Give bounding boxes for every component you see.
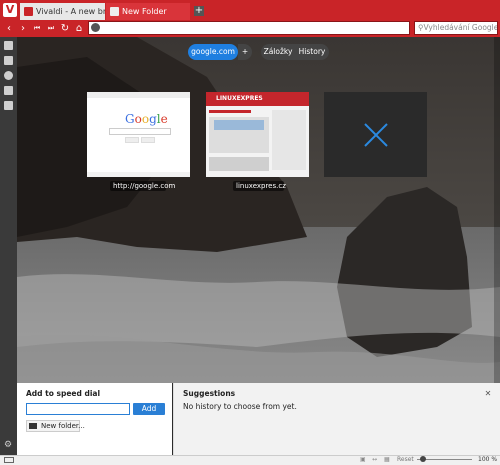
folder-icon xyxy=(29,423,37,429)
tiling-icon[interactable]: ▦ xyxy=(384,456,391,463)
search-placeholder: Vyhledávání Google xyxy=(423,23,498,32)
speed-dial-folder-button[interactable]: google.com xyxy=(188,44,238,60)
tab-vivaldi[interactable]: Vivaldi - A new browser fo xyxy=(20,3,105,20)
suggestions-title: Suggestions xyxy=(183,389,236,398)
forward-button[interactable]: › xyxy=(17,22,29,35)
speed-dial-linuxexpres[interactable]: LINUXEXPRES xyxy=(206,92,309,177)
speed-dial-label: http://google.com xyxy=(110,181,175,191)
reload-button[interactable]: ↻ xyxy=(59,22,71,35)
speed-dial-google[interactable]: Google xyxy=(87,92,190,177)
bookmarks-button[interactable]: Záložky xyxy=(261,44,295,60)
home-button[interactable]: ⌂ xyxy=(73,22,85,35)
speed-dial-empty[interactable] xyxy=(324,92,427,177)
thumbnail-topbar xyxy=(87,92,190,98)
delete-x-icon[interactable] xyxy=(363,122,389,148)
thumbnail-button xyxy=(141,137,155,143)
search-input[interactable]: ⚲Vyhledávání Google xyxy=(414,21,498,35)
vivaldi-favicon-icon xyxy=(24,7,33,16)
thumbnail-searchbox xyxy=(109,128,171,135)
url-input[interactable] xyxy=(88,21,410,35)
contacts-panel-icon[interactable] xyxy=(4,71,13,80)
back-button[interactable]: ‹ xyxy=(3,22,15,35)
zoom-level-label: 100 % xyxy=(478,456,498,463)
notes-panel-icon[interactable] xyxy=(4,101,13,110)
tab-label: New Folder xyxy=(122,7,167,16)
speed-dial-label: linuxexpres.cz xyxy=(233,181,286,191)
images-toggle-icon[interactable]: ▣ xyxy=(360,456,367,463)
scrollbar[interactable] xyxy=(494,37,500,383)
speed-dial-background xyxy=(17,37,500,383)
tab-label: Vivaldi - A new browser fo xyxy=(36,7,105,16)
thumbnail-bar xyxy=(209,110,251,113)
downloads-panel-icon[interactable] xyxy=(4,86,13,95)
settings-gear-icon[interactable]: ⚙ xyxy=(4,441,13,450)
new-tab-button[interactable]: + xyxy=(194,6,204,16)
suggestions-empty-text: No history to choose from yet. xyxy=(183,402,297,411)
thumbnail-image xyxy=(214,120,264,130)
vivaldi-logo-icon[interactable]: V xyxy=(3,3,17,17)
panel-toggle-icon[interactable] xyxy=(4,457,14,463)
google-logo-thumbnail: Google xyxy=(125,112,168,126)
linuxexpres-logo: LINUXEXPRES xyxy=(216,95,263,102)
thumbnail-sidebar xyxy=(272,110,306,170)
zoom-slider-handle[interactable] xyxy=(420,456,426,462)
thumbnail-button xyxy=(125,137,139,143)
thumbnail-article xyxy=(209,157,269,171)
history-button[interactable]: History xyxy=(295,44,329,60)
page-actions-icon[interactable]: ↔ xyxy=(372,456,379,463)
speed-dial-favicon-icon xyxy=(110,7,119,16)
speed-dial-url-input[interactable] xyxy=(26,403,130,415)
thumbnail-footer xyxy=(87,172,190,177)
close-panel-icon[interactable]: ✕ xyxy=(484,390,492,398)
side-panel xyxy=(0,37,17,455)
tab-new-folder[interactable]: New Folder xyxy=(106,3,190,20)
zoom-reset-button[interactable]: Reset xyxy=(397,456,414,463)
globe-icon xyxy=(91,23,100,32)
fastforward-button[interactable]: ⏭ xyxy=(45,22,57,35)
bookmarks-panel-icon[interactable] xyxy=(4,41,13,50)
add-button[interactable]: Add xyxy=(133,403,165,415)
add-panel-title: Add to speed dial xyxy=(26,389,101,398)
mail-panel-icon[interactable] xyxy=(4,56,13,65)
rewind-button[interactable]: ⏮ xyxy=(31,22,43,35)
